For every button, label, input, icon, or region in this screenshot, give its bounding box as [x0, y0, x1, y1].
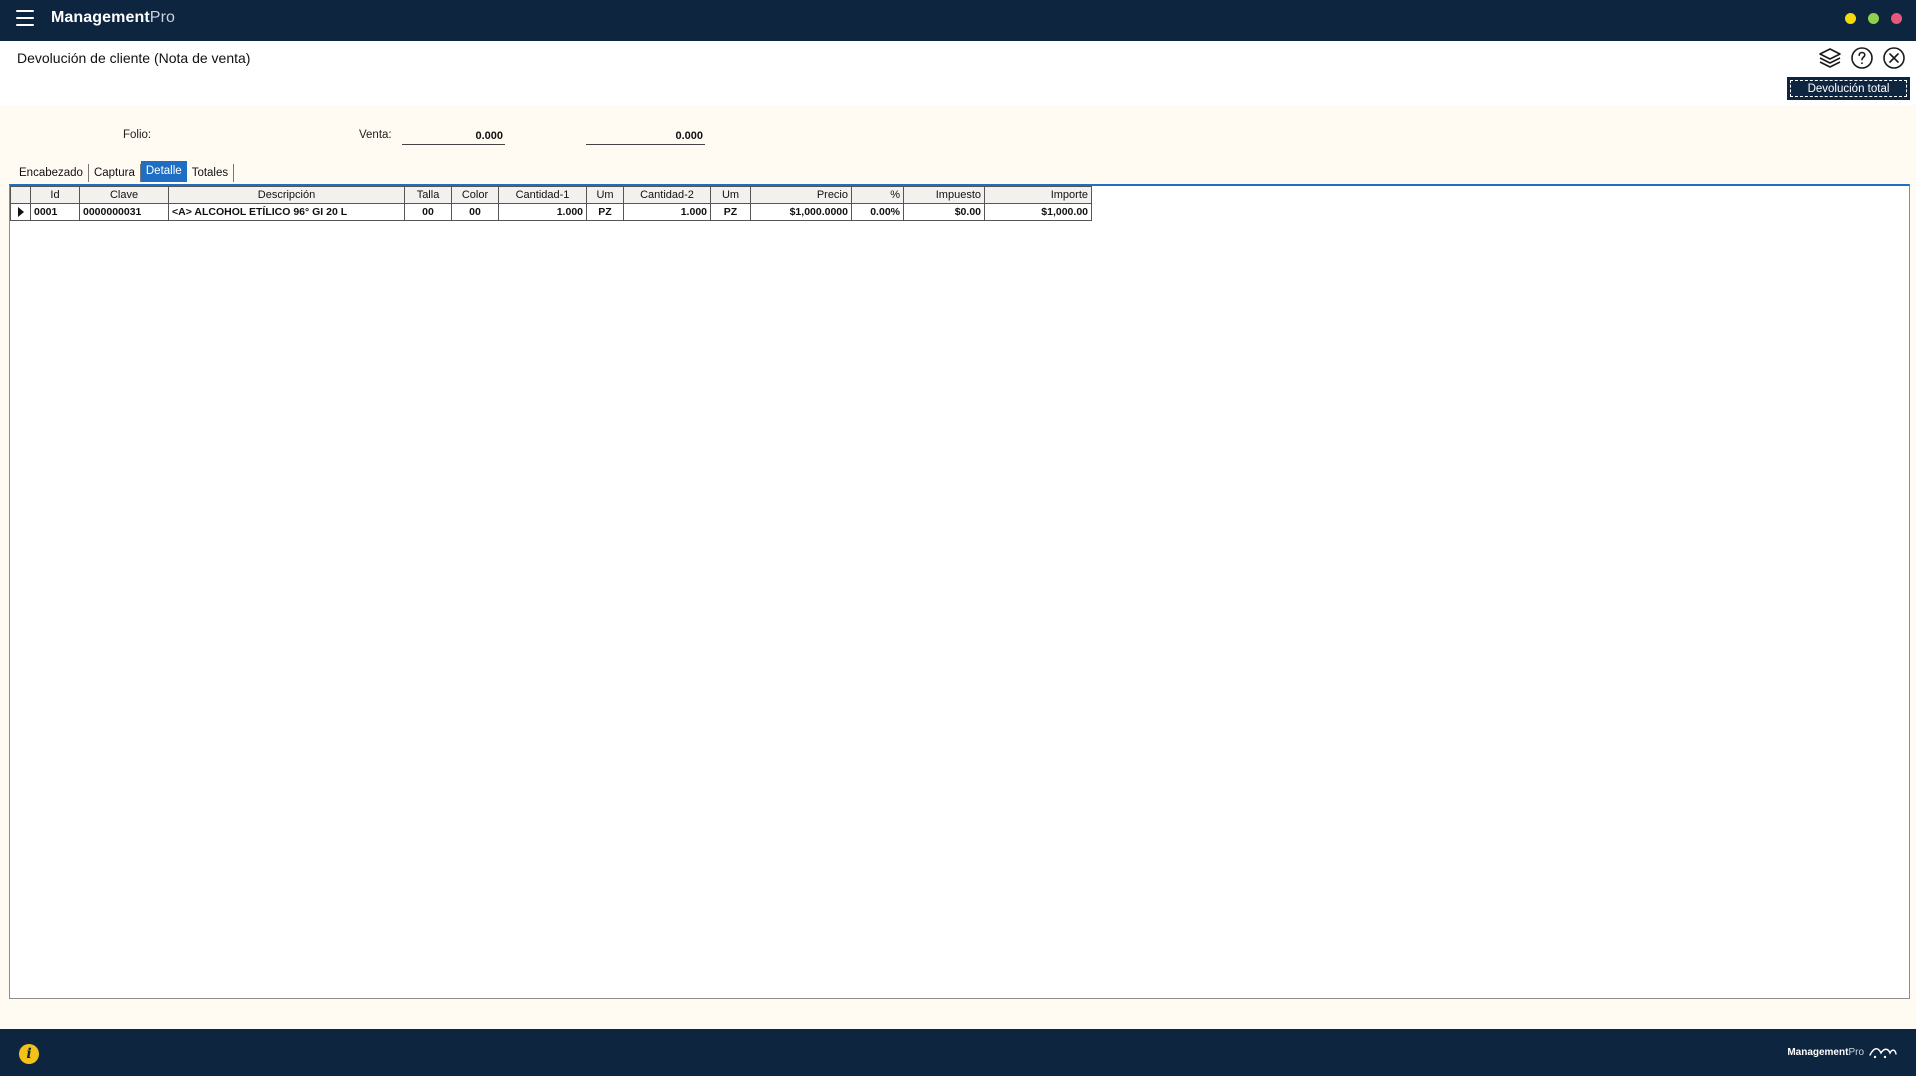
col-header-id[interactable]: Id	[30, 186, 80, 204]
cell-precio[interactable]: $1,000.0000	[750, 203, 852, 221]
detail-table: Id Clave Descripción Talla Color Cantida…	[10, 186, 1092, 221]
tab-captura[interactable]: Captura	[89, 164, 141, 182]
detail-grid[interactable]: Id Clave Descripción Talla Color Cantida…	[9, 184, 1910, 999]
total-return-button[interactable]: Devolución total	[1787, 77, 1910, 100]
footer-brand-name: Management	[1787, 1046, 1849, 1058]
cell-cantidad-1[interactable]: 1.000	[498, 203, 587, 221]
cell-porcentaje[interactable]: 0.00%	[851, 203, 904, 221]
info-icon[interactable]: i	[19, 1044, 39, 1064]
app-title: ManagementPro	[51, 9, 175, 27]
col-header-clave[interactable]: Clave	[79, 186, 169, 204]
help-icon[interactable]	[1850, 46, 1874, 70]
row-pointer-icon	[17, 207, 24, 218]
cell-impuesto[interactable]: $0.00	[903, 203, 985, 221]
window-close-button[interactable]	[1891, 13, 1902, 24]
col-header-cantidad-2[interactable]: Cantidad-2	[623, 186, 711, 204]
cell-color[interactable]: 00	[451, 203, 499, 221]
cell-importe[interactable]: $1,000.00	[984, 203, 1092, 221]
col-header-importe[interactable]: Importe	[984, 186, 1092, 204]
venta-amount-input[interactable]	[586, 128, 705, 145]
app-window: ManagementPro Devolución de cliente (Not…	[0, 0, 1916, 1076]
col-header-precio[interactable]: Precio	[750, 186, 852, 204]
col-header-impuesto[interactable]: Impuesto	[903, 186, 985, 204]
col-header-um-2[interactable]: Um	[710, 186, 751, 204]
col-header-descripcion[interactable]: Descripción	[168, 186, 405, 204]
venta-input[interactable]	[402, 128, 505, 145]
tab-encabezado[interactable]: Encabezado	[17, 164, 89, 182]
menu-icon[interactable]	[16, 10, 34, 26]
tab-bar: Encabezado Captura Detalle Totales	[17, 161, 235, 182]
row-indicator	[10, 203, 31, 221]
app-suffix: Pro	[149, 9, 175, 26]
cell-id[interactable]: 0001	[30, 203, 80, 221]
cell-um-2[interactable]: PZ	[710, 203, 751, 221]
col-header-porcentaje[interactable]: %	[851, 186, 904, 204]
col-header-um-1[interactable]: Um	[586, 186, 624, 204]
cell-um-1[interactable]: PZ	[586, 203, 624, 221]
window-controls	[1845, 13, 1902, 24]
app-name: Management	[51, 9, 150, 26]
page-header: Devolución de cliente (Nota de venta) De…	[0, 41, 1916, 105]
cell-talla[interactable]: 00	[404, 203, 452, 221]
col-header-indicator	[10, 186, 31, 204]
minimize-button[interactable]	[1845, 13, 1856, 24]
table-row[interactable]: 0001 0000000031 <A> ALCOHOL ETÍLICO 96° …	[10, 203, 1092, 221]
cell-cantidad-2[interactable]: 1.000	[623, 203, 711, 221]
col-header-cantidad-1[interactable]: Cantidad-1	[498, 186, 587, 204]
form-fields: Folio: Venta:	[0, 105, 1916, 160]
venta-label: Venta:	[359, 129, 392, 141]
cell-clave[interactable]: 0000000031	[79, 203, 169, 221]
col-header-talla[interactable]: Talla	[404, 186, 452, 204]
page-title: Devolución de cliente (Nota de venta)	[17, 50, 251, 66]
footer-brand: ManagementPro	[1787, 1045, 1898, 1059]
cell-descripcion[interactable]: <A> ALCOHOL ETÍLICO 96° GI 20 L	[168, 203, 405, 221]
close-icon[interactable]	[1882, 46, 1906, 70]
status-bar: i ManagementPro	[0, 1029, 1916, 1076]
maximize-button[interactable]	[1868, 13, 1879, 24]
table-header-row: Id Clave Descripción Talla Color Cantida…	[10, 186, 1092, 204]
header-icons	[1818, 46, 1906, 70]
tab-totales[interactable]: Totales	[187, 164, 235, 182]
tab-detalle[interactable]: Detalle	[140, 161, 187, 182]
layers-icon[interactable]	[1818, 46, 1842, 70]
footer-brand-suffix: Pro	[1848, 1046, 1864, 1058]
folio-label: Folio:	[123, 129, 152, 141]
col-header-color[interactable]: Color	[451, 186, 499, 204]
title-bar: ManagementPro	[0, 0, 1916, 41]
brand-logo-icon	[1869, 1048, 1897, 1059]
